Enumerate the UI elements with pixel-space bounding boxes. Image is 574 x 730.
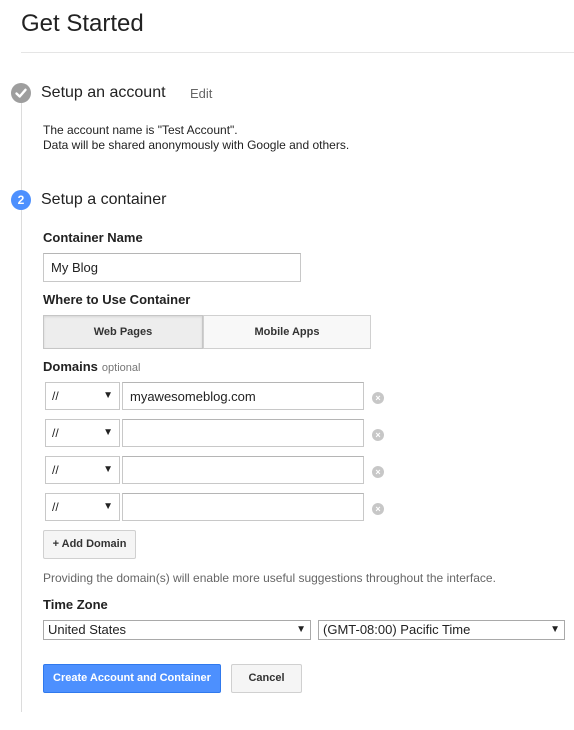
domain-protocol-select[interactable]: // ▼ [45,419,120,447]
domain-input[interactable] [122,493,364,521]
domain-input[interactable] [122,382,364,410]
domains-hint-text: Providing the domain(s) will enable more… [43,571,496,585]
add-domain-button[interactable]: + Add Domain [43,530,136,559]
domains-label-text: Domains [43,359,98,374]
domains-optional-tag: optional [101,362,141,374]
tab-mobile-apps[interactable]: Mobile Apps [203,315,371,349]
data-sharing-info: Data will be shared anonymously with Goo… [43,138,350,152]
timezone-country-select[interactable]: United States ▼ [43,620,311,640]
timezone-country-value: United States [48,622,127,637]
timezone-zone-select[interactable]: (GMT-08:00) Pacific Time ▼ [318,620,565,640]
step1-title: Setup an account [41,84,166,101]
protocol-value: // [52,389,59,403]
domain-input[interactable] [122,456,364,484]
chevron-down-icon: ▼ [103,464,113,475]
timezone-zone-value: (GMT-08:00) Pacific Time [323,622,471,637]
domains-label: Domains optional [43,359,140,374]
container-name-input[interactable] [43,253,301,282]
chevron-down-icon: ▼ [103,427,113,438]
step2-title: Setup a container [41,191,167,208]
domain-protocol-select[interactable]: // ▼ [45,456,120,484]
cancel-button[interactable]: Cancel [231,664,302,693]
protocol-value: // [52,500,59,514]
create-account-and-container-button[interactable]: Create Account and Container [43,664,221,693]
where-to-use-label: Where to Use Container [43,292,191,307]
remove-domain-icon[interactable]: × [372,466,384,478]
title-divider [21,52,574,53]
step-complete-checkmark-icon [11,83,31,103]
account-name-info: The account name is "Test Account". [43,123,238,137]
chevron-down-icon: ▼ [103,501,113,512]
tab-web-pages[interactable]: Web Pages [43,315,203,349]
protocol-value: // [52,463,59,477]
chevron-down-icon: ▼ [550,624,560,635]
domain-protocol-select[interactable]: // ▼ [45,382,120,410]
remove-domain-icon[interactable]: × [372,392,384,404]
page-title: Get Started [21,10,144,37]
step2-number-badge: 2 [11,190,31,210]
time-zone-label: Time Zone [43,597,108,612]
chevron-down-icon: ▼ [296,624,306,635]
container-name-label: Container Name [43,230,143,245]
edit-account-link[interactable]: Edit [190,86,212,101]
domain-protocol-select[interactable]: // ▼ [45,493,120,521]
chevron-down-icon: ▼ [103,390,113,401]
remove-domain-icon[interactable]: × [372,429,384,441]
protocol-value: // [52,426,59,440]
remove-domain-icon[interactable]: × [372,503,384,515]
domain-input[interactable] [122,419,364,447]
